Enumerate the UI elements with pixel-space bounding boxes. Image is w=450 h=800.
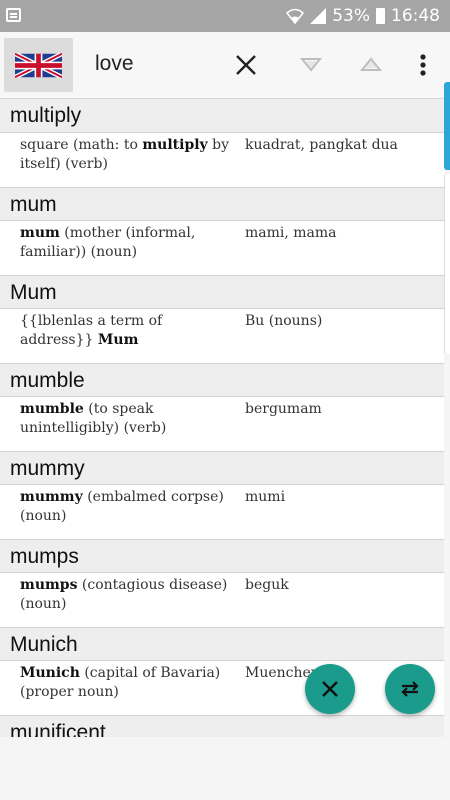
definition: mum (mother (informal, familiar)) (noun)	[20, 225, 196, 260]
entry-row[interactable]: {{lblenlas a term of address}} Mum Bu (n…	[0, 309, 444, 363]
entry-headword[interactable]: Mum	[0, 275, 444, 309]
status-icons: 53% 16:48	[286, 4, 440, 28]
wifi-icon	[286, 8, 305, 24]
search-input[interactable]: love	[95, 52, 134, 76]
translation: Bu (nouns)	[245, 313, 323, 329]
entry-row[interactable]: mumble (to speak unintelligibly) (verb) …	[0, 397, 444, 451]
entry-row[interactable]: square (math: to multiply by itself) (ve…	[0, 133, 444, 187]
close-icon	[322, 681, 338, 697]
translation: bergumam	[245, 401, 322, 417]
clear-search-icon[interactable]	[231, 50, 261, 80]
entry-headword[interactable]: mummy	[0, 451, 444, 485]
definition: {{lblenlas a term of address}} Mum	[20, 313, 163, 348]
entry-headword[interactable]: Munich	[0, 627, 444, 661]
translation: beguk	[245, 577, 289, 593]
entry-row[interactable]: mum (mother (informal, familiar)) (noun)…	[0, 221, 444, 275]
fast-scroll-track[interactable]	[444, 174, 450, 354]
battery-icon	[376, 8, 385, 24]
fast-scroll-thumb[interactable]	[444, 82, 450, 170]
clock: 16:48	[391, 6, 440, 26]
entry-headword[interactable]: multiply	[0, 99, 444, 133]
uk-flag-icon	[15, 53, 62, 78]
entry-headword[interactable]: munificent	[0, 715, 444, 737]
entry-row[interactable]: Munich (capital of Bavaria) (proper noun…	[0, 661, 444, 715]
swap-languages-button[interactable]	[385, 664, 435, 714]
translation: mami, mama	[245, 225, 337, 241]
more-options-icon[interactable]	[408, 50, 438, 80]
definition: Munich (capital of Bavaria) (proper noun…	[20, 665, 221, 700]
toolbar: love	[0, 32, 450, 99]
entry-headword[interactable]: mumble	[0, 363, 444, 397]
signal-icon	[310, 8, 327, 24]
dictionary-list[interactable]: multiply square (math: to multiply by it…	[0, 99, 444, 737]
translation: mumi	[245, 489, 286, 505]
definition: square (math: to multiply by itself) (ve…	[20, 137, 230, 172]
status-bar: 53% 16:48	[0, 0, 450, 32]
chevron-up-icon[interactable]	[356, 50, 386, 80]
entry-headword[interactable]: mumps	[0, 539, 444, 573]
notification-icon	[6, 8, 21, 22]
swap-icon	[401, 681, 419, 697]
definition: mumble (to speak unintelligibly) (verb)	[20, 401, 167, 436]
chevron-down-icon[interactable]	[296, 50, 326, 80]
entry-row[interactable]: mummy (embalmed corpse) (noun) mumi	[0, 485, 444, 539]
translation: kuadrat, pangkat dua	[245, 137, 398, 153]
close-button[interactable]	[305, 664, 355, 714]
bottom-area	[0, 737, 450, 800]
battery-percent: 53%	[332, 6, 370, 26]
definition: mumps (contagious disease) (noun)	[20, 577, 228, 612]
entry-headword[interactable]: mum	[0, 187, 444, 221]
entry-row[interactable]: mumps (contagious disease) (noun) beguk	[0, 573, 444, 627]
language-button[interactable]	[4, 38, 73, 92]
definition: mummy (embalmed corpse) (noun)	[20, 489, 224, 524]
